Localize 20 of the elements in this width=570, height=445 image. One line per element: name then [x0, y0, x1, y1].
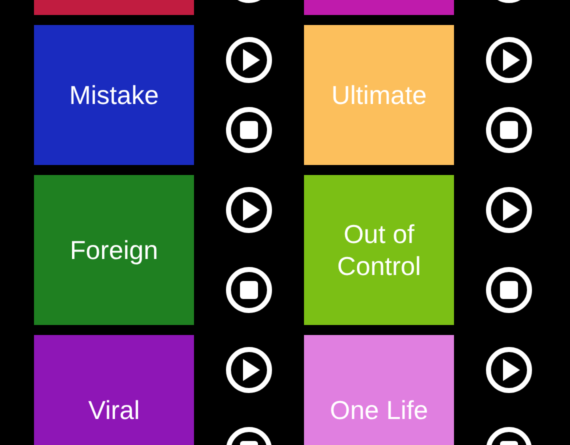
- tile-title: Foreign: [70, 234, 158, 266]
- tile-title: One Life: [330, 394, 428, 426]
- stop-button[interactable]: [226, 267, 272, 313]
- sound-tile[interactable]: Viral: [34, 335, 194, 445]
- tile-title: Out of Control: [336, 218, 422, 282]
- sound-tile[interactable]: Foreign: [34, 175, 194, 325]
- play-button[interactable]: [226, 347, 272, 393]
- sound-tile[interactable]: One Life: [304, 335, 454, 445]
- tile-title: Mistake: [69, 79, 159, 111]
- play-button[interactable]: [486, 347, 532, 393]
- stop-button[interactable]: [486, 107, 532, 153]
- sound-tile[interactable]: Mistake: [34, 25, 194, 165]
- stop-button[interactable]: [226, 107, 272, 153]
- play-button[interactable]: [226, 187, 272, 233]
- play-button[interactable]: [486, 37, 532, 83]
- tile-title: Ultimate: [331, 79, 427, 111]
- tile-title: Viral: [88, 394, 140, 426]
- stop-button[interactable]: [486, 267, 532, 313]
- play-button[interactable]: [226, 37, 272, 83]
- play-button[interactable]: [486, 187, 532, 233]
